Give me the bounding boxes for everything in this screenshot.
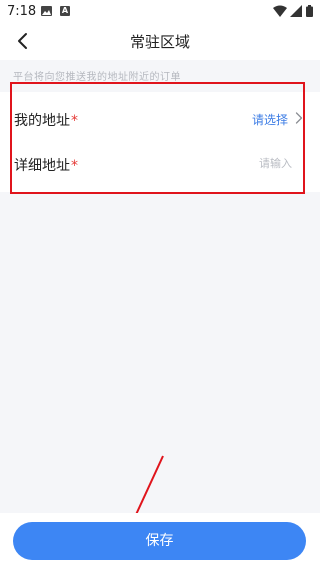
address-row[interactable]: 我的地址* 请选择 bbox=[0, 95, 320, 140]
status-time: 7:18 bbox=[7, 4, 37, 19]
page-title: 常驻区域 bbox=[129, 33, 190, 51]
a-icon: A bbox=[60, 6, 70, 16]
hint-text: 平台将向您推送我的地址附近的订单 bbox=[13, 72, 181, 83]
address-select-value[interactable]: 请选择 bbox=[252, 111, 288, 128]
address-label-text: 我的地址 bbox=[14, 113, 70, 129]
signal-icon bbox=[290, 5, 302, 17]
required-mark: * bbox=[71, 113, 78, 129]
image-icon bbox=[41, 6, 52, 16]
form-card: 我的地址* 请选择 详细地址* bbox=[0, 92, 320, 192]
required-mark: * bbox=[71, 158, 78, 174]
address-label: 我的地址* bbox=[14, 110, 78, 130]
detail-label-text: 详细地址 bbox=[14, 158, 70, 174]
wifi-icon bbox=[273, 5, 287, 17]
annotation-arrow bbox=[124, 455, 164, 540]
save-button[interactable]: 保存 bbox=[13, 522, 306, 560]
nav-bar: 常驻区域 bbox=[0, 24, 320, 60]
bottom-bar: 保存 bbox=[0, 513, 320, 568]
battery-icon bbox=[306, 5, 313, 17]
detail-label: 详细地址* bbox=[14, 155, 78, 175]
chevron-right-icon[interactable] bbox=[295, 112, 303, 124]
status-bar: 7:18 A bbox=[0, 0, 320, 24]
detail-row: 详细地址* bbox=[0, 140, 320, 185]
detail-address-input[interactable] bbox=[172, 153, 292, 173]
